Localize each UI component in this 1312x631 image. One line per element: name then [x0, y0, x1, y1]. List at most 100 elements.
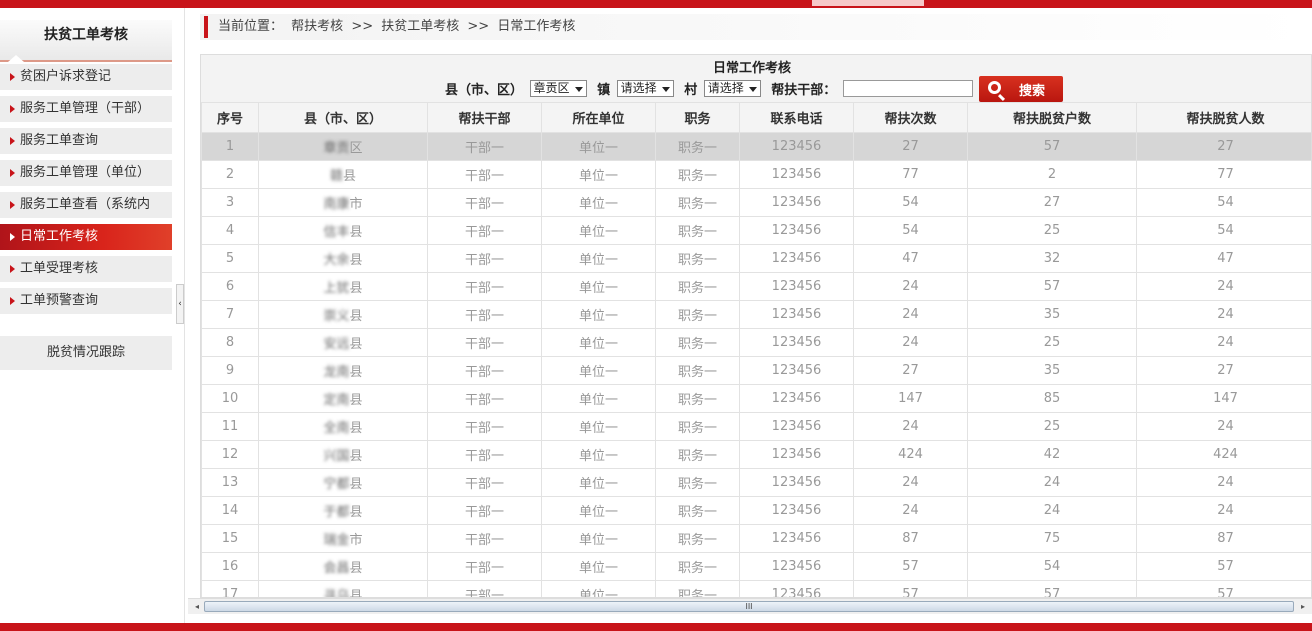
table-row[interactable]: 6 上犹县 干部一 单位一 职务一 123456 24 57 24 — [201, 272, 1311, 301]
cell-households: 25 — [967, 412, 1137, 441]
sidebar-item[interactable]: 日常工作考核 — [0, 224, 172, 250]
sidebar-item-label: 工单预警查询 — [20, 293, 99, 308]
cell-post: 职务一 — [655, 468, 740, 497]
cell-times: 87 — [853, 524, 968, 553]
cell-unit: 单位一 — [541, 132, 656, 161]
county-suffix: 县 — [349, 449, 363, 464]
cell-post: 职务一 — [655, 188, 740, 217]
cell-people: 54 — [1136, 188, 1311, 217]
cell-phone: 123456 — [739, 328, 854, 357]
cell-post: 职务一 — [655, 244, 740, 273]
cell-county: 全南县 — [258, 412, 428, 441]
cell-times: 24 — [853, 496, 968, 525]
column-header: 帮扶干部 — [427, 102, 542, 133]
town-select-value: 请选择 — [620, 81, 657, 95]
cell-county: 龙南县 — [258, 356, 428, 385]
cell-people: 47 — [1136, 244, 1311, 273]
county-suffix: 县 — [349, 281, 363, 296]
cell-times: 47 — [853, 244, 968, 273]
cell-cadre: 干部一 — [427, 244, 542, 273]
breadcrumb: 当前位置： 帮扶考核 >> 扶贫工单考核 >> 日常工作考核 — [200, 14, 1312, 40]
cell-phone: 123456 — [739, 272, 854, 301]
table-row[interactable]: 8 安远县 干部一 单位一 职务一 123456 24 25 24 — [201, 328, 1311, 357]
chevron-left-icon[interactable]: ‹ — [176, 284, 184, 324]
cell-unit: 单位一 — [541, 412, 656, 441]
table-row[interactable]: 11 全南县 干部一 单位一 职务一 123456 24 25 24 — [201, 412, 1311, 441]
cell-unit: 单位一 — [541, 384, 656, 413]
table-row[interactable]: 7 崇义县 干部一 单位一 职务一 123456 24 35 24 — [201, 300, 1311, 329]
cell-phone: 123456 — [739, 580, 854, 597]
table-row[interactable]: 1 章贡区 干部一 单位一 职务一 123456 27 57 27 — [201, 132, 1311, 161]
table-row[interactable]: 10 定南县 干部一 单位一 职务一 123456 147 85 147 — [201, 384, 1311, 413]
cell-no: 4 — [201, 216, 259, 245]
county-select[interactable]: 章贡区 — [529, 80, 587, 97]
cell-no: 3 — [201, 188, 259, 217]
cell-times: 24 — [853, 412, 968, 441]
cell-times: 57 — [853, 580, 968, 597]
cell-phone: 123456 — [739, 244, 854, 273]
table-row[interactable]: 4 信丰县 干部一 单位一 职务一 123456 54 25 54 — [201, 216, 1311, 245]
cell-cadre: 干部一 — [427, 468, 542, 497]
table-row[interactable]: 2 赣县 干部一 单位一 职务一 123456 77 2 77 — [201, 160, 1311, 189]
cell-people: 77 — [1136, 160, 1311, 189]
cell-post: 职务一 — [655, 580, 740, 597]
sidebar-item[interactable]: 服务工单管理（干部） — [0, 96, 172, 122]
sidebar-item[interactable]: 服务工单管理（单位） — [0, 160, 172, 186]
sidebar-item[interactable]: 贫困户诉求登记 — [0, 64, 172, 90]
scroll-left-icon[interactable]: ◂ — [191, 601, 203, 613]
village-select[interactable]: 请选择 — [703, 80, 761, 97]
table-row[interactable]: 9 龙南县 干部一 单位一 职务一 123456 27 35 27 — [201, 356, 1311, 385]
cell-times: 424 — [853, 440, 968, 469]
sidebar-item[interactable]: 服务工单查看（系统内 — [0, 192, 172, 218]
cell-households: 85 — [967, 384, 1137, 413]
table-row[interactable]: 15 瑞金市 干部一 单位一 职务一 123456 87 75 87 — [201, 524, 1311, 553]
sidebar-item-label: 服务工单管理（单位） — [20, 165, 151, 180]
cell-unit: 单位一 — [541, 188, 656, 217]
county-suffix: 县 — [349, 393, 363, 408]
table-row[interactable]: 3 南康市 干部一 单位一 职务一 123456 54 27 54 — [201, 188, 1311, 217]
sidebar-item[interactable]: 服务工单查询 — [0, 128, 172, 154]
cell-county: 于都县 — [258, 496, 428, 525]
town-select[interactable]: 请选择 — [616, 80, 674, 97]
table-row[interactable]: 12 兴国县 干部一 单位一 职务一 123456 424 42 424 — [201, 440, 1311, 469]
table-row[interactable]: 5 大余县 干部一 单位一 职务一 123456 47 32 47 — [201, 244, 1311, 273]
search-button[interactable]: 搜索 — [979, 76, 1063, 102]
county-suffix: 县 — [349, 309, 363, 324]
breadcrumb-link-assessment[interactable]: 帮扶考核 — [291, 19, 343, 34]
cell-cadre: 干部一 — [427, 132, 542, 161]
cell-people: 27 — [1136, 356, 1311, 385]
panel-title: 日常工作考核 — [712, 61, 791, 76]
horizontal-scrollbar[interactable]: ◂ III ▸ — [188, 598, 1312, 614]
filter-bar: 县（市、区） 章贡区 镇 请选择 村 请选择 帮扶干部： — [445, 79, 973, 99]
cell-times: 24 — [853, 328, 968, 357]
cell-times: 57 — [853, 552, 968, 581]
cadre-input[interactable] — [842, 80, 973, 97]
cell-households: 57 — [967, 580, 1137, 597]
table-row[interactable]: 13 宁都县 干部一 单位一 职务一 123456 24 24 24 — [201, 468, 1311, 497]
county-suffix: 县 — [349, 421, 363, 436]
cell-no: 6 — [201, 272, 259, 301]
sidebar-header: 扶贫工单考核 — [0, 20, 172, 62]
cell-unit: 单位一 — [541, 328, 656, 357]
breadcrumb-link-workorder[interactable]: 扶贫工单考核 — [381, 19, 459, 34]
cell-phone: 123456 — [739, 132, 854, 161]
cell-cadre: 干部一 — [427, 440, 542, 469]
table-row[interactable]: 14 于都县 干部一 单位一 职务一 123456 24 24 24 — [201, 496, 1311, 525]
scroll-right-icon[interactable]: ▸ — [1297, 601, 1309, 613]
cell-times: 77 — [853, 160, 968, 189]
cell-phone: 123456 — [739, 384, 854, 413]
table-row[interactable]: 16 会昌县 干部一 单位一 职务一 123456 57 54 57 — [201, 552, 1311, 581]
cell-households: 42 — [967, 440, 1137, 469]
sidebar-item-label: 服务工单查看（系统内 — [20, 197, 151, 212]
cell-unit: 单位一 — [541, 580, 656, 597]
cell-households: 27 — [967, 188, 1137, 217]
sidebar-item-tracking[interactable]: 脱贫情况跟踪 — [0, 336, 172, 370]
cell-county: 信丰县 — [258, 216, 428, 245]
sidebar-item[interactable]: 工单受理考核 — [0, 256, 172, 282]
sidebar-item[interactable]: 工单预警查询 — [0, 288, 172, 314]
cell-households: 25 — [967, 328, 1137, 357]
scrollbar-thumb[interactable]: III — [204, 601, 1294, 612]
table-row[interactable]: 17 寻乌县 干部一 单位一 职务一 123456 57 57 57 — [201, 580, 1311, 597]
cell-people: 24 — [1136, 496, 1311, 525]
cell-people: 424 — [1136, 440, 1311, 469]
